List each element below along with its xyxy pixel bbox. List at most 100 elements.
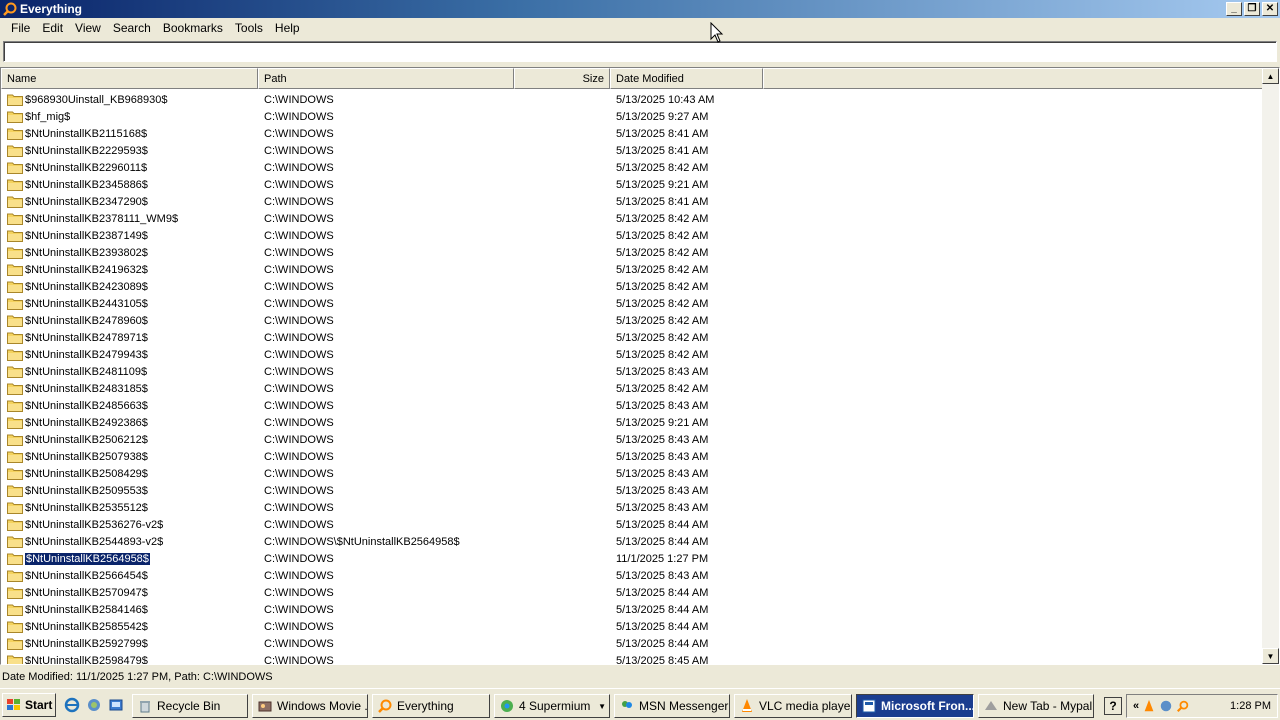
internet-explorer-icon[interactable]: [64, 697, 80, 713]
cell-name: $NtUninstallKB2485663$: [1, 399, 258, 412]
table-row[interactable]: $NtUninstallKB2481109$ C:\WINDOWS 5/13/202…: [1, 363, 1263, 380]
table-row[interactable]: $NtUninstallKB2564958$ C:\WINDOWS 11/1/202…: [1, 550, 1263, 567]
task-recycle-bin[interactable]: Recycle Bin: [132, 694, 248, 718]
table-row[interactable]: $NtUninstallKB2387149$ C:\WINDOWS 5/13/202…: [1, 227, 1263, 244]
folder-icon: [7, 604, 23, 616]
task-label: Windows Movie ...: [277, 699, 368, 713]
close-button[interactable]: ✕: [1262, 2, 1278, 16]
cell-path: C:\WINDOWS: [264, 569, 334, 582]
column-date-modified[interactable]: Date Modified: [610, 68, 763, 89]
task-everything[interactable]: Everything: [372, 694, 490, 718]
network-icon[interactable]: [86, 697, 102, 713]
table-row[interactable]: $NtUninstallKB2378111_WM9$ C:\WINDOWS 5/13…: [1, 210, 1263, 227]
search-input[interactable]: [4, 42, 1276, 61]
cell-path: C:\WINDOWS: [264, 297, 334, 310]
table-row[interactable]: $NtUninstallKB2584146$ C:\WINDOWS 5/13/202…: [1, 601, 1263, 618]
table-row[interactable]: $NtUninstallKB2115168$ C:\WINDOWS 5/13/202…: [1, 125, 1263, 142]
folder-icon: [7, 553, 23, 565]
menu-help[interactable]: Help: [269, 21, 306, 35]
menu-search[interactable]: Search: [107, 21, 157, 35]
table-row[interactable]: $NtUninstallKB2296011$ C:\WINDOWS 5/13/202…: [1, 159, 1263, 176]
table-row[interactable]: $NtUninstallKB2566454$ C:\WINDOWS 5/13/202…: [1, 567, 1263, 584]
table-row[interactable]: $NtUninstallKB2598479$ C:\WINDOWS 5/13/202…: [1, 652, 1263, 664]
table-row[interactable]: $NtUninstallKB2507938$ C:\WINDOWS 5/13/202…: [1, 448, 1263, 465]
table-row[interactable]: $NtUninstallKB2536276-v2$ C:\WINDOWS 5/13/…: [1, 516, 1263, 533]
vertical-scrollbar[interactable]: ▲ ▼: [1262, 68, 1279, 664]
restore-button[interactable]: ❐: [1244, 2, 1260, 16]
tray-expand-icon[interactable]: «: [1133, 700, 1139, 712]
table-row[interactable]: $NtUninstallKB2345886$ C:\WINDOWS 5/13/202…: [1, 176, 1263, 193]
table-row[interactable]: $NtUninstallKB2585542$ C:\WINDOWS 5/13/202…: [1, 618, 1263, 635]
table-row[interactable]: $NtUninstallKB2478960$ C:\WINDOWS 5/13/202…: [1, 312, 1263, 329]
task-msn-messenger[interactable]: MSN Messenger: [614, 694, 730, 718]
table-row[interactable]: $NtUninstallKB2485663$ C:\WINDOWS 5/13/202…: [1, 397, 1263, 414]
show-desktop-icon[interactable]: [108, 697, 124, 713]
table-row[interactable]: $NtUninstallKB2506212$ C:\WINDOWS 5/13/202…: [1, 431, 1263, 448]
file-name: $NtUninstallKB2535512$: [25, 501, 148, 514]
table-row[interactable]: $NtUninstallKB2479943$ C:\WINDOWS 5/13/202…: [1, 346, 1263, 363]
cell-name: $NtUninstallKB2443105$: [1, 297, 258, 310]
menu-view[interactable]: View: [69, 21, 107, 35]
cell-date-modified: 5/13/2025 8:41 AM: [616, 144, 709, 157]
arrow-down-icon: ▼: [1266, 651, 1275, 661]
network-tray-icon[interactable]: [1159, 699, 1173, 713]
task-mypal[interactable]: New Tab - Mypal: [978, 694, 1094, 718]
cell-path: C:\WINDOWS: [264, 382, 334, 395]
file-name: $NtUninstallKB2478971$: [25, 331, 148, 344]
file-name: $NtUninstallKB2419632$: [25, 263, 148, 276]
folder-icon: [7, 655, 23, 664]
cell-date-modified: 5/13/2025 8:42 AM: [616, 280, 709, 293]
help-icon[interactable]: ?: [1104, 697, 1122, 715]
table-row[interactable]: $NtUninstallKB2509553$ C:\WINDOWS 5/13/202…: [1, 482, 1263, 499]
system-tray: « 1:28 PM: [1126, 694, 1278, 718]
table-row[interactable]: $NtUninstallKB2393802$ C:\WINDOWS 5/13/202…: [1, 244, 1263, 261]
cell-name: $NtUninstallKB2387149$: [1, 229, 258, 242]
table-row[interactable]: $NtUninstallKB2419632$ C:\WINDOWS 5/13/202…: [1, 261, 1263, 278]
column-name[interactable]: Name: [1, 68, 258, 89]
table-row[interactable]: $NtUninstallKB2544893-v2$ C:\WINDOWS\$NtU…: [1, 533, 1263, 550]
clock[interactable]: 1:28 PM: [1230, 700, 1271, 712]
vlc-tray-icon[interactable]: [1142, 699, 1156, 713]
table-row[interactable]: $968930Uinstall_KB968930$ C:\WINDOWS 5/13/…: [1, 91, 1263, 108]
table-row[interactable]: $hf_mig$ C:\WINDOWS 5/13/2025 9:27 AM: [1, 108, 1263, 125]
cell-date-modified: 5/13/2025 8:42 AM: [616, 229, 709, 242]
table-row[interactable]: $NtUninstallKB2483185$ C:\WINDOWS 5/13/202…: [1, 380, 1263, 397]
task-vlc[interactable]: VLC media player: [734, 694, 852, 718]
task-supermium[interactable]: 4 Supermium ▼: [494, 694, 610, 718]
column-size[interactable]: Size: [514, 68, 610, 89]
menu-file[interactable]: File: [5, 21, 36, 35]
table-row[interactable]: $NtUninstallKB2229593$ C:\WINDOWS 5/13/202…: [1, 142, 1263, 159]
table-row[interactable]: $NtUninstallKB2492386$ C:\WINDOWS 5/13/202…: [1, 414, 1263, 431]
scroll-up-button[interactable]: ▲: [1262, 68, 1279, 84]
cell-name: $NtUninstallKB2479943$: [1, 348, 258, 361]
cell-date-modified: 5/13/2025 8:44 AM: [616, 620, 709, 633]
everything-tray-icon[interactable]: [1176, 699, 1190, 713]
table-row[interactable]: $NtUninstallKB2535512$ C:\WINDOWS 5/13/202…: [1, 499, 1263, 516]
table-row[interactable]: $NtUninstallKB2443105$ C:\WINDOWS 5/13/202…: [1, 295, 1263, 312]
table-row[interactable]: $NtUninstallKB2570947$ C:\WINDOWS 5/13/202…: [1, 584, 1263, 601]
table-row[interactable]: $NtUninstallKB2347290$ C:\WINDOWS 5/13/202…: [1, 193, 1263, 210]
file-name: $NtUninstallKB2507938$: [25, 450, 148, 463]
minimize-button[interactable]: _: [1226, 2, 1242, 16]
folder-icon: [7, 281, 23, 293]
task-windows-movie-maker[interactable]: Windows Movie ...: [252, 694, 368, 718]
cell-date-modified: 5/13/2025 8:42 AM: [616, 314, 709, 327]
table-row[interactable]: $NtUninstallKB2508429$ C:\WINDOWS 5/13/202…: [1, 465, 1263, 482]
arrow-up-icon: ▲: [1266, 71, 1275, 81]
task-microsoft-frontpage[interactable]: Microsoft Fron...: [856, 694, 974, 718]
scroll-down-button[interactable]: ▼: [1262, 648, 1279, 664]
frontpage-icon: [862, 699, 876, 713]
table-row[interactable]: $NtUninstallKB2423089$ C:\WINDOWS 5/13/202…: [1, 278, 1263, 295]
window-controls: _ ❐ ✕: [1226, 2, 1278, 16]
menu-tools[interactable]: Tools: [229, 21, 269, 35]
task-label: Everything: [397, 699, 454, 713]
start-button[interactable]: Start: [2, 692, 56, 717]
search-box: [3, 41, 1277, 62]
file-name: $NtUninstallKB2347290$: [25, 195, 148, 208]
table-row[interactable]: $NtUninstallKB2478971$ C:\WINDOWS 5/13/202…: [1, 329, 1263, 346]
menu-edit[interactable]: Edit: [36, 21, 69, 35]
column-path[interactable]: Path: [258, 68, 514, 89]
menu-bookmarks[interactable]: Bookmarks: [157, 21, 229, 35]
rows-container: $968930Uinstall_KB968930$ C:\WINDOWS 5/13/…: [1, 91, 1263, 664]
table-row[interactable]: $NtUninstallKB2592799$ C:\WINDOWS 5/13/202…: [1, 635, 1263, 652]
